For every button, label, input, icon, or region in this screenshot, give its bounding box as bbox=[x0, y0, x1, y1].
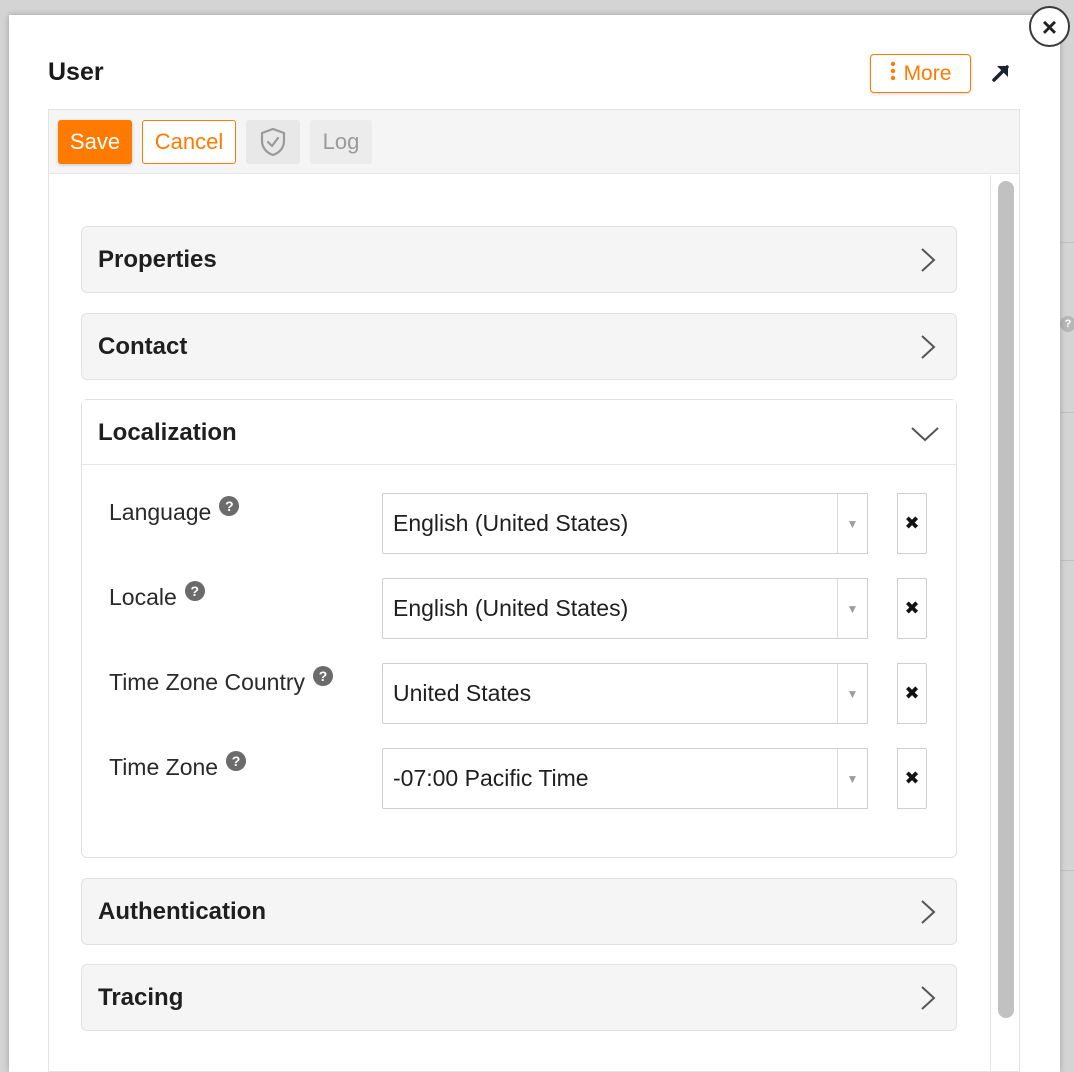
select-value: English (United States) bbox=[393, 595, 629, 621]
clear-icon: ✖ bbox=[904, 683, 920, 703]
section-title: Localization bbox=[98, 419, 237, 446]
close-icon: × bbox=[1041, 11, 1058, 42]
backdrop-divider bbox=[1061, 412, 1074, 413]
clear-icon: ✖ bbox=[904, 768, 920, 788]
clear-button[interactable]: ✖ bbox=[897, 578, 927, 639]
clear-button[interactable]: ✖ bbox=[897, 663, 927, 724]
section-header[interactable]: Contact bbox=[82, 314, 956, 379]
arrow-up-right-icon[interactable] bbox=[990, 62, 1012, 84]
chevron-right-icon bbox=[921, 900, 936, 924]
backdrop-help-icon: ? bbox=[1060, 316, 1074, 332]
section-contact[interactable]: Contact bbox=[81, 313, 957, 380]
more-button-label: More bbox=[903, 61, 952, 85]
cancel-button[interactable]: Cancel bbox=[142, 120, 236, 164]
backdrop-divider bbox=[1061, 242, 1074, 243]
chevron-right-icon bbox=[921, 986, 936, 1010]
section-title: Authentication bbox=[98, 898, 266, 925]
help-icon[interactable]: ? bbox=[184, 581, 205, 601]
field-language: Language ? English (United States) ▼ ✖ bbox=[82, 493, 956, 555]
chevron-right-icon bbox=[921, 335, 936, 359]
select-value: English (United States) bbox=[393, 510, 629, 536]
caret-down-icon[interactable]: ▼ bbox=[837, 494, 867, 553]
select-value: -07:00 Pacific Time bbox=[393, 765, 589, 791]
chevron-down-icon bbox=[911, 427, 939, 442]
close-button[interactable]: × bbox=[1029, 6, 1070, 47]
field-locale: Locale ? English (United States) ▼ ✖ bbox=[82, 578, 956, 640]
field-label-text: Locale bbox=[109, 584, 177, 610]
section-title: Tracing bbox=[98, 984, 184, 1011]
scrollbar-thumb[interactable] bbox=[998, 181, 1014, 1018]
clear-button[interactable]: ✖ bbox=[897, 748, 927, 809]
help-icon[interactable]: ? bbox=[219, 496, 240, 516]
section-localization: Localization Language ? English (United … bbox=[81, 399, 957, 858]
time-zone-select[interactable]: -07:00 Pacific Time ▼ bbox=[382, 748, 868, 809]
section-header[interactable]: Localization bbox=[82, 400, 956, 465]
field-time-zone: Time Zone ? -07:00 Pacific Time ▼ ✖ bbox=[82, 748, 956, 810]
field-label: Language ? bbox=[109, 496, 240, 526]
field-label-text: Time Zone bbox=[109, 754, 219, 780]
language-select[interactable]: English (United States) ▼ bbox=[382, 493, 868, 554]
time-zone-country-select[interactable]: United States ▼ bbox=[382, 663, 868, 724]
permissions-button[interactable] bbox=[246, 120, 300, 164]
dialog-body: Save Cancel Log Properties Contact Local… bbox=[48, 109, 1020, 1072]
more-button[interactable]: More bbox=[870, 54, 971, 93]
save-button[interactable]: Save bbox=[58, 120, 132, 164]
section-header[interactable]: Properties bbox=[82, 227, 956, 292]
vertical-dots-icon bbox=[890, 61, 896, 87]
section-title: Properties bbox=[98, 246, 217, 273]
caret-down-icon[interactable]: ▼ bbox=[837, 664, 867, 723]
section-tracing[interactable]: Tracing bbox=[81, 964, 957, 1031]
clear-icon: ✖ bbox=[904, 598, 920, 618]
help-icon[interactable]: ? bbox=[313, 666, 333, 686]
dialog-title: User bbox=[48, 58, 104, 86]
select-value: United States bbox=[393, 680, 532, 706]
scrollbar[interactable] bbox=[990, 175, 1019, 1071]
clear-icon: ✖ bbox=[904, 513, 920, 533]
field-label: Time Zone Country ? bbox=[109, 666, 333, 696]
field-time-zone-country: Time Zone Country ? United States ▼ ✖ bbox=[82, 663, 956, 725]
section-properties[interactable]: Properties bbox=[81, 226, 957, 293]
caret-down-icon[interactable]: ▼ bbox=[837, 749, 867, 808]
help-icon[interactable]: ? bbox=[226, 751, 247, 771]
shield-check-icon bbox=[260, 127, 286, 157]
log-button[interactable]: Log bbox=[310, 120, 372, 164]
toolbar: Save Cancel Log bbox=[49, 110, 1019, 174]
clear-button[interactable]: ✖ bbox=[897, 493, 927, 554]
backdrop-divider bbox=[1061, 870, 1074, 871]
field-label-text: Time Zone Country bbox=[109, 669, 305, 695]
chevron-right-icon bbox=[921, 248, 936, 272]
caret-down-icon[interactable]: ▼ bbox=[837, 579, 867, 638]
field-label: Locale ? bbox=[109, 581, 205, 611]
field-label-text: Language bbox=[109, 499, 212, 525]
section-title: Contact bbox=[98, 333, 188, 360]
section-authentication[interactable]: Authentication bbox=[81, 878, 957, 945]
section-header[interactable]: Tracing bbox=[82, 965, 956, 1030]
backdrop-divider bbox=[1061, 560, 1074, 561]
field-label: Time Zone ? bbox=[109, 751, 247, 781]
locale-select[interactable]: English (United States) ▼ bbox=[382, 578, 868, 639]
section-header[interactable]: Authentication bbox=[82, 879, 956, 944]
